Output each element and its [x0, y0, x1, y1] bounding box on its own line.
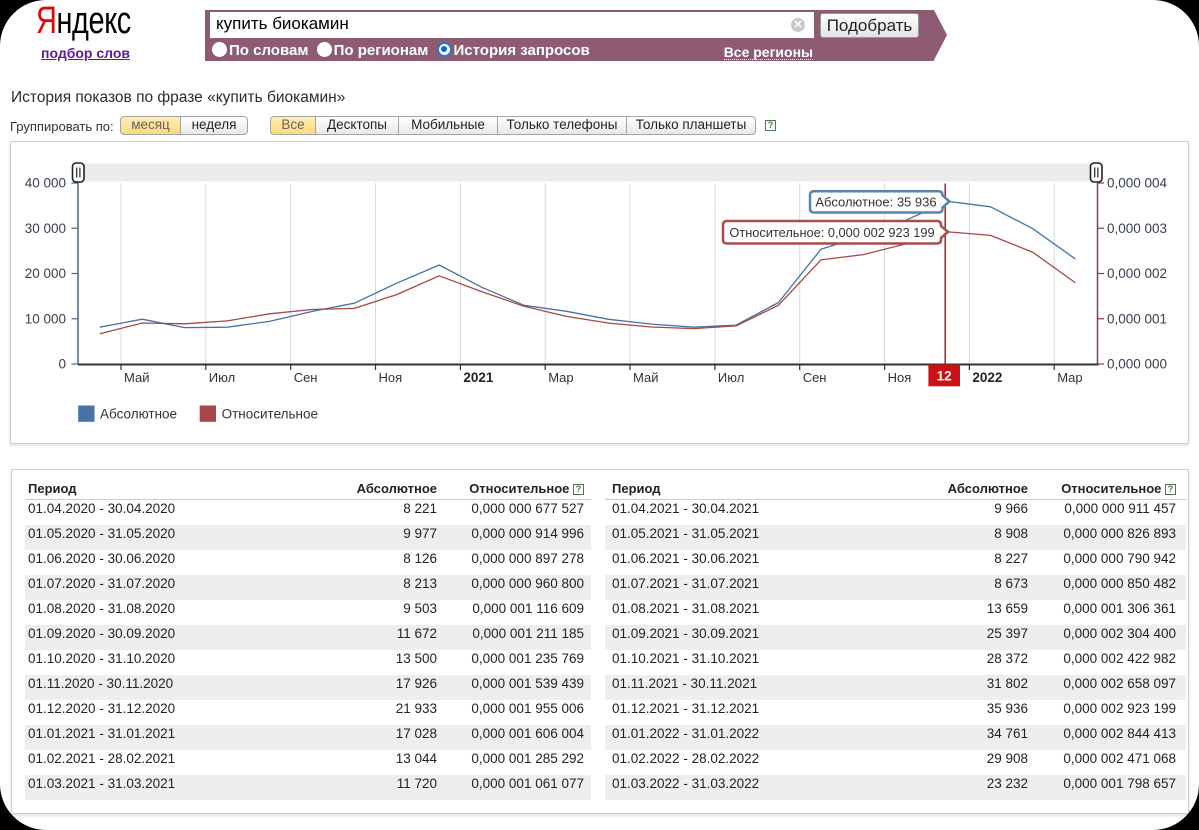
svg-text:Мар: Мар: [1057, 370, 1082, 385]
svg-text:Ноя: Ноя: [379, 370, 403, 385]
svg-text:10 000: 10 000: [25, 311, 66, 326]
svg-text:Май: Май: [124, 370, 149, 385]
svg-text:2022: 2022: [972, 370, 1002, 385]
svg-text:Относительное: 0,000 002 923 1: Относительное: 0,000 002 923 199: [729, 225, 934, 240]
svg-text:Мар: Мар: [548, 370, 573, 385]
svg-text:Абсолютное: 35 936: Абсолютное: 35 936: [815, 194, 936, 209]
svg-text:0,000 001: 0,000 001: [1107, 311, 1167, 326]
svg-text:Относительное: Относительное: [222, 407, 318, 422]
svg-text:40 000: 40 000: [25, 176, 66, 191]
svg-text:12: 12: [937, 369, 952, 384]
svg-text:Июл: Июл: [209, 370, 235, 385]
svg-text:Сен: Сен: [803, 370, 827, 385]
svg-text:2021: 2021: [463, 370, 494, 385]
svg-text:0,000 002: 0,000 002: [1107, 266, 1167, 281]
svg-text:0: 0: [58, 357, 66, 372]
svg-text:Сен: Сен: [294, 370, 318, 385]
svg-text:20 000: 20 000: [25, 266, 66, 281]
svg-text:0,000 003: 0,000 003: [1107, 221, 1167, 236]
svg-text:30 000: 30 000: [25, 221, 66, 236]
svg-text:0,000 000: 0,000 000: [1107, 357, 1167, 372]
svg-text:Май: Май: [633, 370, 658, 385]
svg-text:Ноя: Ноя: [888, 370, 912, 385]
svg-text:Абсолютное: Абсолютное: [100, 407, 177, 422]
svg-text:0,000 004: 0,000 004: [1107, 176, 1168, 191]
svg-text:Июл: Июл: [718, 370, 744, 385]
